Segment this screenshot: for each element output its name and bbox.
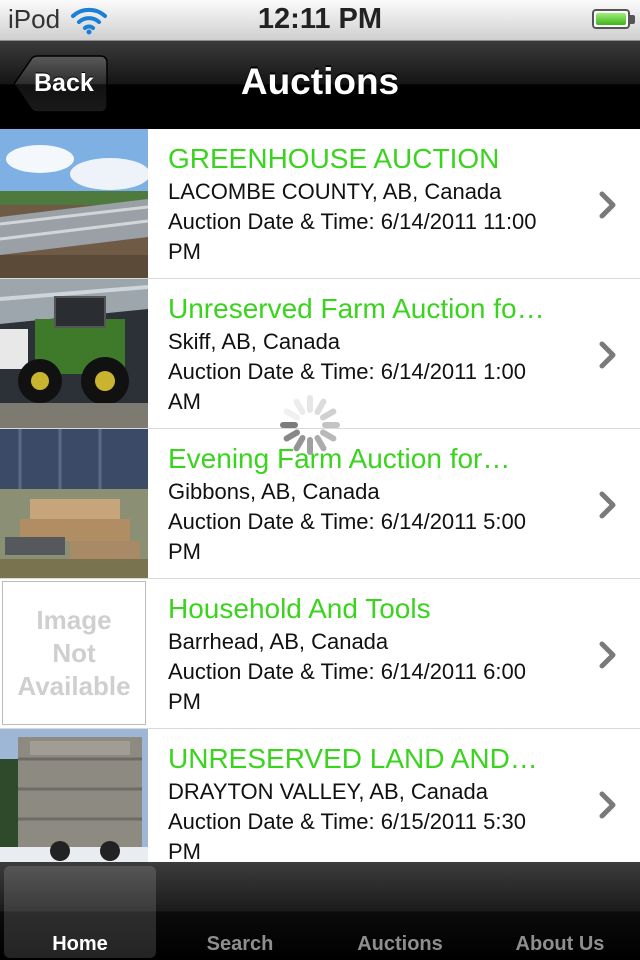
auction-date: Auction Date & Time: 6/14/2011 11:00 PM <box>168 209 537 264</box>
tab-search[interactable]: Search <box>160 862 320 960</box>
auction-location: DRAYTON VALLEY, AB, Canada <box>168 779 488 804</box>
chevron-right-icon <box>599 791 616 819</box>
auction-location: Skiff, AB, Canada <box>168 329 341 354</box>
battery-icon <box>592 9 635 29</box>
auction-title: UNRESERVED LAND AND… <box>168 743 538 774</box>
auction-title: Evening Farm Auction for… <box>168 443 511 474</box>
auction-title: Unreserved Farm Auction fo… <box>168 293 545 324</box>
loading-spinner-icon <box>280 395 340 455</box>
auction-date: Auction Date & Time: 6/15/2011 5:30 PM <box>168 809 526 862</box>
chevron-right-icon <box>599 491 616 519</box>
chevron-right-icon <box>599 341 616 369</box>
auction-thumbnail: Image Not Available <box>0 579 148 728</box>
auction-thumbnail <box>0 429 148 578</box>
auction-location: Barrhead, AB, Canada <box>168 629 389 654</box>
auction-location: LACOMBE COUNTY, AB, Canada <box>168 179 502 204</box>
chevron-right-icon <box>599 191 616 219</box>
auction-thumbnail <box>0 279 148 428</box>
auction-row[interactable]: GREENHOUSE AUCTION LACOMBE COUNTY, AB, C… <box>0 129 640 279</box>
clock: 12:11 PM <box>257 3 383 35</box>
auction-location: Gibbons, AB, Canada <box>168 479 380 504</box>
auction-date: Auction Date & Time: 6/14/2011 6:00 PM <box>168 659 526 714</box>
auction-thumbnail <box>0 729 148 862</box>
auction-row[interactable]: Image Not Available Household And Tools Ba… <box>0 579 640 729</box>
image-not-available-placeholder: Image Not Available <box>2 581 146 725</box>
auction-list[interactable]: GREENHOUSE AUCTION LACOMBE COUNTY, AB, C… <box>0 129 640 862</box>
tab-home[interactable]: Home <box>0 862 160 960</box>
tab-auctions[interactable]: Auctions <box>320 862 480 960</box>
navigation-bar: Back Auctions <box>0 41 640 129</box>
auction-title: GREENHOUSE AUCTION <box>168 143 500 174</box>
auction-title: Household And Tools <box>168 593 431 624</box>
tab-label: Home <box>52 933 108 955</box>
tab-label: About Us <box>515 933 605 955</box>
tab-label: Auctions <box>357 933 443 955</box>
tab-about-us[interactable]: About Us <box>480 862 640 960</box>
tab-label: Search <box>206 933 274 955</box>
tab-bar: Home Search Auctions About Us <box>0 862 640 960</box>
status-bar: iPod 12:11 PM <box>0 0 640 41</box>
auction-row[interactable]: UNRESERVED LAND AND… DRAYTON VALLEY, AB,… <box>0 729 640 862</box>
chevron-right-icon <box>599 641 616 669</box>
auction-date: Auction Date & Time: 6/14/2011 1:00 AM <box>168 359 526 414</box>
page-title: Auctions <box>240 61 400 102</box>
auction-date: Auction Date & Time: 6/14/2011 5:00 PM <box>168 509 526 564</box>
auction-thumbnail <box>0 129 148 278</box>
